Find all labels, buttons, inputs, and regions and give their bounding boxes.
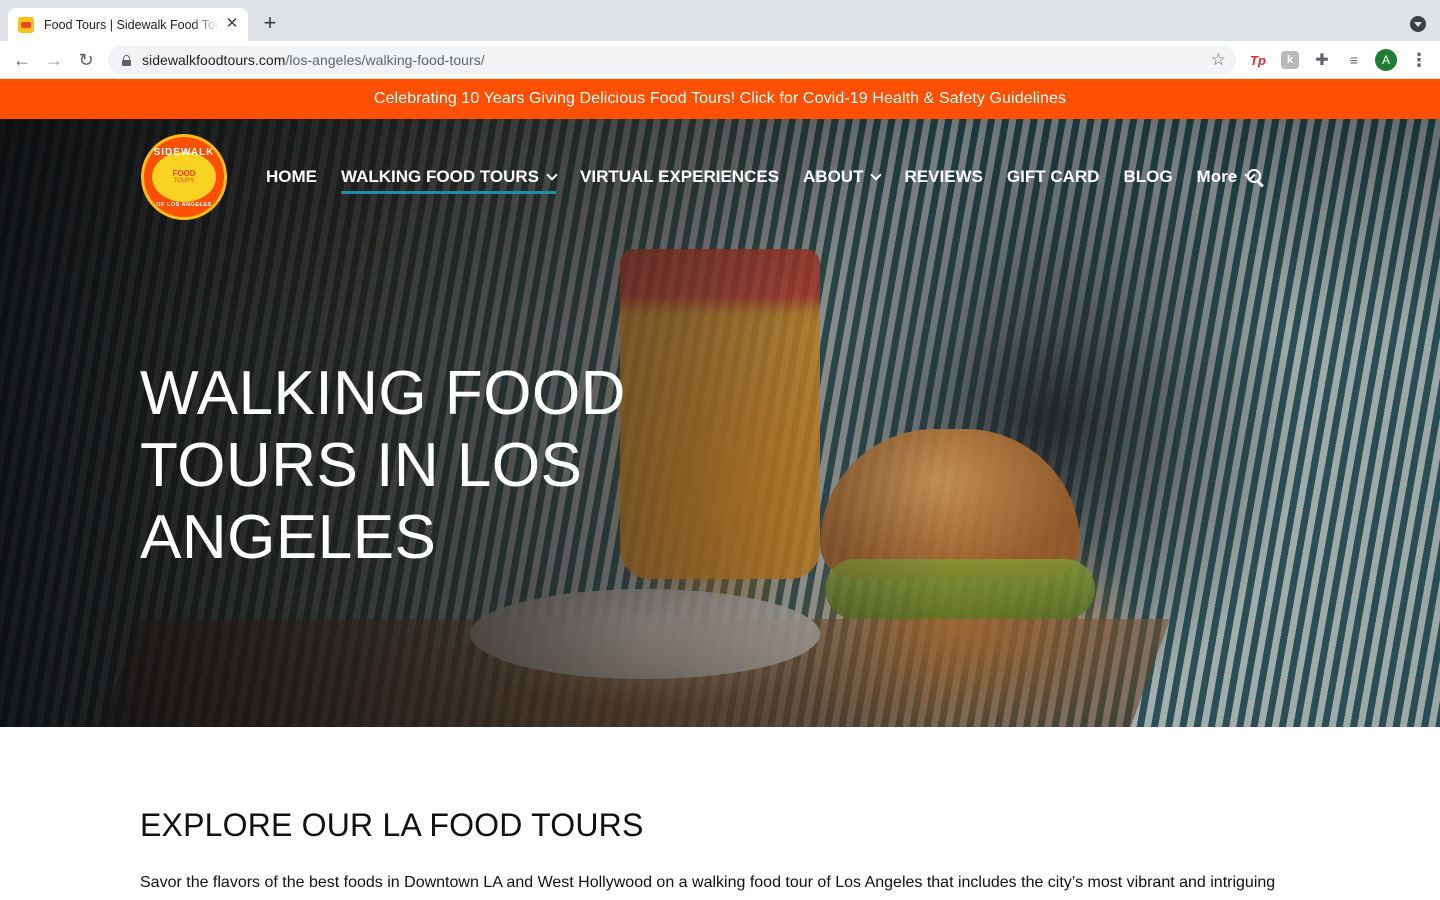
tp-icon[interactable]: Tp (1249, 51, 1267, 69)
browser-toolbar: ← → ↻ sidewalkfoodtours.com/los-angeles/… (0, 41, 1440, 79)
tab-search-icon[interactable] (1410, 16, 1426, 32)
avatar[interactable]: A (1375, 49, 1397, 71)
nav-blog[interactable]: BLOG (1123, 163, 1172, 191)
bookmark-star-icon[interactable]: ☆ (1211, 50, 1226, 70)
main-nav: HOME WALKING FOOD TOURS VIRTUAL EXPERIEN… (266, 163, 1256, 194)
search-icon[interactable] (1247, 169, 1265, 187)
nav-more[interactable]: More (1197, 163, 1256, 191)
tab-title: Food Tours | Sidewalk Food Tours (44, 17, 219, 32)
favicon-icon (18, 16, 34, 33)
new-tab-icon[interactable]: + (258, 12, 282, 36)
announcement-bar[interactable]: Celebrating 10 Years Giving Delicious Fo… (0, 79, 1440, 119)
browser-tabstrip: Food Tours | Sidewalk Food Tours ✕ + (0, 0, 1440, 41)
back-arrow-icon[interactable]: ← (11, 49, 33, 71)
chevron-down-icon (546, 168, 558, 181)
media-control-icon[interactable]: ≡ (1345, 51, 1363, 69)
chevron-down-icon (870, 168, 883, 181)
hero-title: WALKING FOOD TOURS IN LOS ANGELES (140, 359, 626, 572)
nav-about[interactable]: ABOUT (803, 163, 883, 191)
nav-reviews[interactable]: REVIEWS (904, 163, 982, 191)
section-title: EXPLORE OUR LA FOOD TOURS (140, 807, 644, 843)
site-logo[interactable]: SIDEWALK FOOD TOURS OF LOS ANGELES (141, 134, 227, 220)
puzzle-icon[interactable]: ✚ (1313, 51, 1331, 69)
address-bar[interactable]: sidewalkfoodtours.com/los-angeles/walkin… (108, 46, 1236, 74)
section-body: Savor the flavors of the best foods in D… (140, 874, 1276, 891)
k-extension-icon[interactable]: k (1281, 51, 1299, 69)
announcement-text[interactable]: Celebrating 10 Years Giving Delicious Fo… (374, 90, 1066, 108)
reload-icon[interactable]: ↻ (75, 49, 97, 71)
nav-home[interactable]: HOME (266, 163, 317, 191)
url-text: sidewalkfoodtours.com/los-angeles/walkin… (142, 52, 485, 68)
nav-virtual-experiences[interactable]: VIRTUAL EXPERIENCES (580, 163, 779, 191)
kebab-menu-icon[interactable]: ⋮ (1410, 49, 1428, 71)
close-tab-icon[interactable]: ✕ (224, 16, 240, 32)
forward-arrow-icon[interactable]: → (43, 49, 65, 71)
browser-tab[interactable]: Food Tours | Sidewalk Food Tours ✕ (8, 8, 248, 41)
nav-gift-card[interactable]: GIFT CARD (1007, 163, 1100, 191)
nav-walking-food-tours[interactable]: WALKING FOOD TOURS (341, 163, 558, 194)
lock-icon (122, 54, 131, 66)
